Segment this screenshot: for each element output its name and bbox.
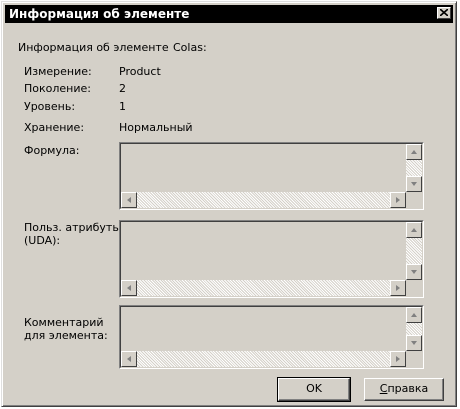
- scroll-up-button[interactable]: [406, 222, 422, 238]
- scroll-right-button[interactable]: [390, 351, 406, 367]
- generation-label: Поколение:: [24, 82, 91, 95]
- dimension-label: Измерение:: [24, 65, 92, 78]
- dimension-value: Product: [119, 65, 161, 78]
- comment-label-line1: Комментарий: [24, 316, 104, 329]
- scroll-down-button[interactable]: [406, 264, 422, 280]
- ok-button-label: OK: [306, 382, 322, 395]
- uda-vertical-scrollbar[interactable]: [406, 222, 422, 280]
- help-button[interactable]: Справка: [364, 378, 444, 401]
- scroll-right-button[interactable]: [390, 280, 406, 296]
- storage-label: Хранение:: [24, 121, 85, 134]
- scroll-down-icon: [411, 341, 417, 345]
- scroll-corner: [406, 192, 422, 208]
- window-title: Информация об элементе: [9, 7, 190, 21]
- comment-field[interactable]: [119, 305, 424, 369]
- scroll-corner: [406, 351, 422, 367]
- scroll-down-icon: [411, 182, 417, 186]
- formula-label: Формула:: [24, 144, 80, 157]
- scroll-up-button[interactable]: [406, 307, 422, 323]
- comment-horizontal-scrollbar[interactable]: [121, 351, 406, 367]
- comment-vertical-scrollbar[interactable]: [406, 307, 422, 351]
- title-bar[interactable]: Информация об элементе: [5, 5, 453, 23]
- scroll-down-button[interactable]: [406, 335, 422, 351]
- uda-label-line1: Польз. атрибуты: [24, 221, 122, 234]
- scroll-up-icon: [411, 313, 417, 317]
- member-name: Colas:: [173, 41, 207, 54]
- generation-value: 2: [119, 82, 126, 95]
- help-button-label: Справка: [380, 382, 428, 395]
- scroll-left-icon: [127, 285, 131, 291]
- uda-horizontal-scrollbar[interactable]: [121, 280, 406, 296]
- formula-field[interactable]: [119, 142, 424, 210]
- level-value: 1: [119, 100, 126, 113]
- formula-horizontal-scrollbar[interactable]: [121, 192, 406, 208]
- uda-field[interactable]: [119, 220, 424, 298]
- comment-label-line2: для элемента:: [24, 329, 108, 342]
- scroll-left-icon: [127, 197, 131, 203]
- level-label: Уровень:: [24, 100, 76, 113]
- uda-label-line2: (UDA):: [24, 234, 61, 247]
- member-info-label: Информация об элементе: [18, 41, 169, 54]
- ok-button[interactable]: OK: [277, 377, 351, 402]
- close-button[interactable]: [437, 7, 451, 19]
- scroll-left-button[interactable]: [121, 351, 137, 367]
- scroll-right-icon: [396, 197, 400, 203]
- scroll-left-button[interactable]: [121, 280, 137, 296]
- formula-vertical-scrollbar[interactable]: [406, 144, 422, 192]
- storage-value: Нормальный: [119, 121, 193, 134]
- scroll-up-icon: [411, 150, 417, 154]
- help-button-label-rest: правка: [387, 382, 429, 395]
- element-info-dialog: Информация об элементе Информация об эле…: [1, 1, 457, 407]
- scroll-down-button[interactable]: [406, 176, 422, 192]
- scroll-corner: [406, 280, 422, 296]
- scroll-right-button[interactable]: [390, 192, 406, 208]
- scroll-left-icon: [127, 356, 131, 362]
- scroll-down-icon: [411, 270, 417, 274]
- close-icon: [440, 9, 448, 16]
- scroll-right-icon: [396, 356, 400, 362]
- scroll-left-button[interactable]: [121, 192, 137, 208]
- scroll-up-button[interactable]: [406, 144, 422, 160]
- scroll-right-icon: [396, 285, 400, 291]
- scroll-up-icon: [411, 228, 417, 232]
